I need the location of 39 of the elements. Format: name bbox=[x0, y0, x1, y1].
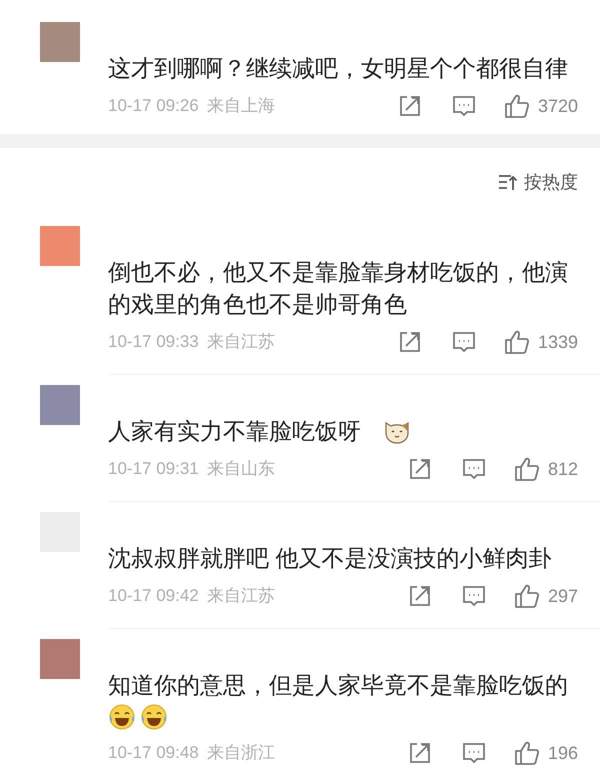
comment-location: 来自江苏 bbox=[206, 585, 275, 608]
like-count: 297 bbox=[548, 584, 578, 608]
sort-icon bbox=[498, 173, 518, 191]
comment-text: 倒也不必，他又不是靠脸靠身材吃饭的，他演的戏里的角色也不是帅哥角色 bbox=[108, 258, 569, 319]
comment-location: 来自江苏 bbox=[206, 331, 275, 354]
laughing-tears-emoji-icon bbox=[140, 703, 168, 731]
comment-time: 10-17 09:31 bbox=[108, 458, 199, 480]
comment-time: 10-17 09:26 bbox=[108, 95, 199, 118]
comment-location: 来自上海 bbox=[206, 95, 275, 118]
comment-time: 10-17 09:48 bbox=[108, 742, 199, 764]
like-count: 1339 bbox=[538, 330, 578, 354]
thumbs-up-icon[interactable] bbox=[514, 456, 540, 482]
thumbs-up-icon[interactable] bbox=[514, 740, 540, 766]
sort-button[interactable]: 按热度 bbox=[498, 168, 578, 196]
like-count: 812 bbox=[548, 458, 578, 480]
comment-text: 这才到哪啊？继续减吧，女明星个个都很自律 bbox=[108, 54, 569, 83]
comment-icon[interactable] bbox=[462, 457, 486, 481]
comment-icon[interactable] bbox=[452, 94, 476, 118]
comment-icon[interactable] bbox=[462, 584, 486, 608]
like-count: 196 bbox=[548, 742, 578, 764]
thumbs-up-icon[interactable] bbox=[504, 93, 530, 119]
like-count: 3720 bbox=[538, 94, 578, 118]
comment-location: 来自山东 bbox=[206, 458, 275, 480]
comment-time: 10-17 09:33 bbox=[108, 331, 199, 354]
share-icon[interactable] bbox=[408, 457, 432, 481]
comment-icon[interactable] bbox=[462, 741, 486, 765]
comment-text: 沈叔叔胖就胖吧 他又不是没演技的小鲜肉卦 bbox=[108, 544, 552, 573]
share-icon[interactable] bbox=[398, 94, 422, 118]
comment-text: 知道你的意思，但是人家毕竟不是靠脸吃饭的 bbox=[108, 671, 569, 700]
share-icon[interactable] bbox=[408, 584, 432, 608]
thumbs-up-icon[interactable] bbox=[504, 329, 530, 355]
share-icon[interactable] bbox=[408, 741, 432, 765]
laughing-tears-emoji-icon bbox=[108, 703, 136, 731]
share-icon[interactable] bbox=[398, 330, 422, 354]
comment-time: 10-17 09:42 bbox=[108, 585, 199, 608]
comment-icon[interactable] bbox=[452, 330, 476, 354]
thumbs-up-icon[interactable] bbox=[514, 583, 540, 609]
comment-location: 来自浙江 bbox=[206, 742, 275, 764]
comment-text: 人家有实力不靠脸吃饭呀 bbox=[108, 417, 362, 446]
